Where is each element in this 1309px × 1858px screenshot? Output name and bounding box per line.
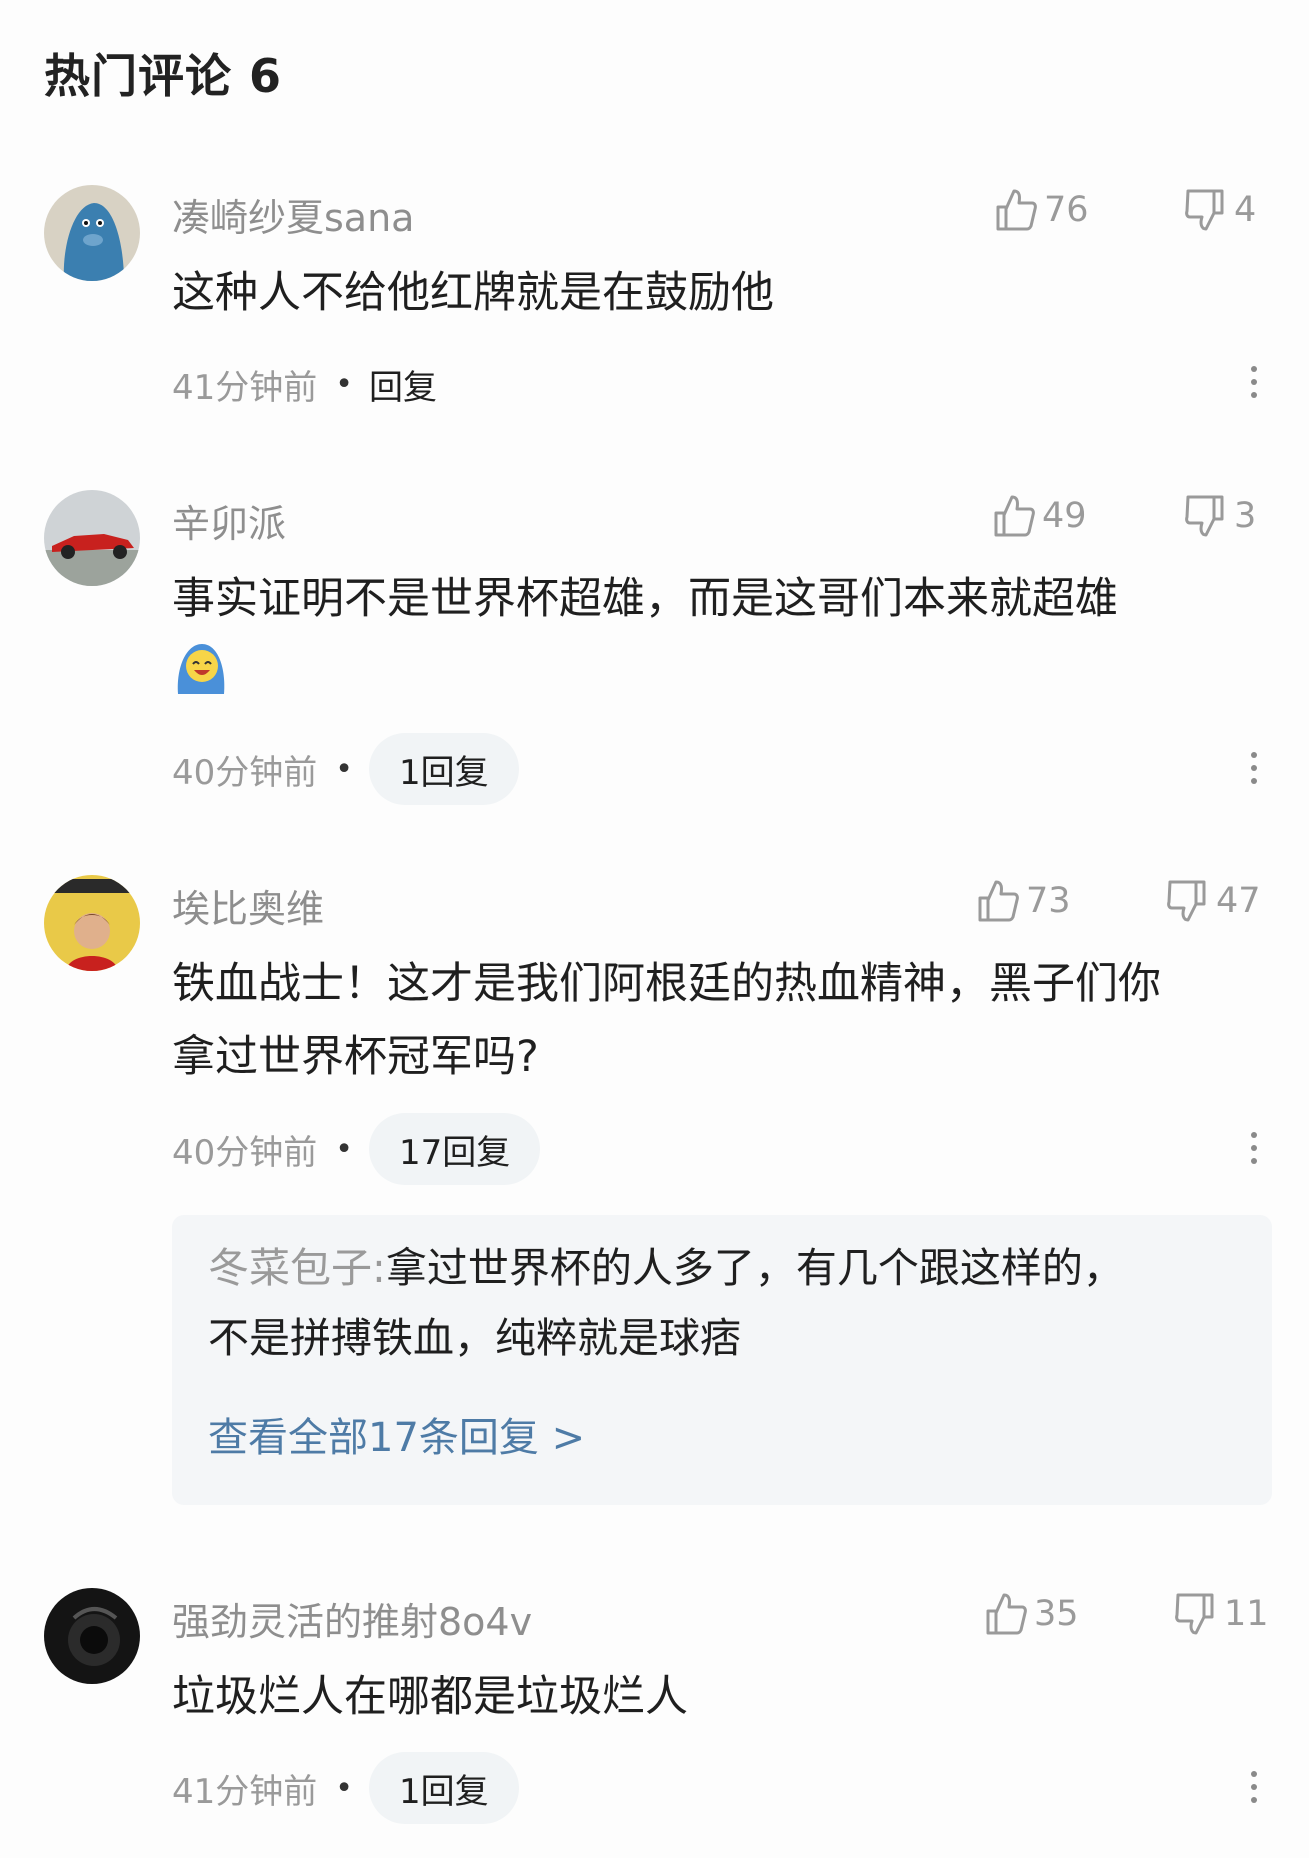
section-title: 热门评论 6 [44, 49, 283, 103]
reply-text-line: 拿过世界杯的人多了，有几个跟这样的， [385, 1244, 1124, 1292]
thumbs-up-icon [986, 1593, 1027, 1635]
like-button[interactable]: 35 [982, 1591, 1079, 1637]
comment-meta: 40分钟前 • 17回复 [172, 1113, 541, 1185]
more-options-icon[interactable] [1250, 366, 1258, 398]
separator-dot: • [335, 751, 353, 787]
thumbs-up-icon [996, 189, 1037, 231]
timestamp: 41分钟前 [172, 367, 318, 408]
thumbs-down-icon [1185, 495, 1224, 537]
separator-dot: • [335, 1131, 353, 1167]
username[interactable]: 凑崎纱夏sana [172, 187, 414, 242]
view-all-replies-link[interactable]: 查看全部17条回复 > [208, 1405, 585, 1463]
dislike-count: 11 [1224, 1594, 1269, 1634]
reply-preview-box[interactable]: 冬菜包子:拿过世界杯的人多了，有几个跟这样的， 不是拼搏铁血，纯粹就是球痞 查看… [172, 1215, 1272, 1505]
dislike-button[interactable]: 3 [1182, 493, 1256, 539]
like-button[interactable]: 73 [974, 878, 1071, 924]
thumbs-up-icon [978, 880, 1019, 922]
reply-author[interactable]: 冬菜包子: [208, 1244, 386, 1292]
comment-text: 这种人不给他红牌就是在鼓励他 [172, 268, 774, 318]
thumbs-down-icon [1175, 1593, 1214, 1635]
dislike-button[interactable]: 11 [1172, 1591, 1269, 1637]
like-count: 76 [1044, 190, 1089, 230]
dislike-count: 4 [1234, 190, 1257, 230]
thumbs-down-icon [1167, 880, 1206, 922]
hot-comments-page: 热门评论 6 凑崎纱夏sana 76 4 这种人不给他红牌就是在鼓励他 41分钟… [0, 0, 1309, 1858]
username[interactable]: 辛卯派 [172, 493, 286, 548]
like-button[interactable]: 76 [992, 187, 1089, 233]
laughing-emoji [177, 644, 225, 694]
username[interactable]: 强劲灵活的推射8o4v [172, 1591, 532, 1646]
reply-text-line: 不是拼搏铁血，纯粹就是球痞 [208, 1314, 741, 1362]
reply-count-button[interactable]: 17回复 [368, 1113, 541, 1185]
thumbs-down-icon [1185, 189, 1224, 231]
dislike-button[interactable]: 4 [1182, 187, 1256, 233]
reply-count-button[interactable]: 1回复 [368, 1752, 519, 1824]
username[interactable]: 埃比奥维 [172, 878, 324, 933]
blue-creature-avatar[interactable] [44, 185, 140, 281]
reply-count-button[interactable]: 1回复 [368, 733, 519, 805]
comment-text-line: 铁血战士！这才是我们阿根廷的热血精神，黑子们你 [172, 959, 1161, 1009]
comment-text: 铁血战士！这才是我们阿根廷的热血精神，黑子们你 拿过世界杯冠军吗? [172, 948, 1282, 1094]
more-options-icon[interactable] [1250, 1771, 1258, 1803]
reply-button[interactable]: 回复 [369, 360, 437, 409]
comment-text: 垃圾烂人在哪都是垃圾烂人 [172, 1672, 688, 1722]
dislike-count: 3 [1234, 496, 1257, 536]
separator-dot: • [335, 1770, 353, 1806]
comment-meta: 41分钟前 • 1回复 [172, 1752, 519, 1824]
like-count: 73 [1026, 881, 1071, 921]
comment-meta: 41分钟前 • 回复 [172, 348, 437, 420]
timestamp: 41分钟前 [172, 1771, 318, 1812]
more-options-icon[interactable] [1250, 752, 1258, 784]
player-portrait-avatar[interactable] [44, 875, 140, 971]
like-count: 49 [1042, 496, 1087, 536]
dislike-count: 47 [1216, 881, 1261, 921]
timestamp: 40分钟前 [172, 1132, 318, 1173]
timestamp: 40分钟前 [172, 752, 318, 793]
thumbs-up-icon [994, 495, 1035, 537]
like-count: 35 [1034, 1594, 1079, 1634]
comment-text: 事实证明不是世界杯超雄，而是这哥们本来就超雄 [172, 574, 1118, 624]
like-button[interactable]: 49 [990, 493, 1087, 539]
headphones-avatar[interactable] [44, 1588, 140, 1684]
reply-preview-text: 冬菜包子:拿过世界杯的人多了，有几个跟这样的， [208, 1233, 1248, 1303]
comment-meta: 40分钟前 • 1回复 [172, 733, 519, 805]
race-car-avatar[interactable] [44, 490, 140, 586]
comment-text-line: 拿过世界杯冠军吗? [172, 1032, 539, 1082]
separator-dot: • [335, 366, 353, 402]
dislike-button[interactable]: 47 [1164, 878, 1261, 924]
more-options-icon[interactable] [1250, 1132, 1258, 1164]
